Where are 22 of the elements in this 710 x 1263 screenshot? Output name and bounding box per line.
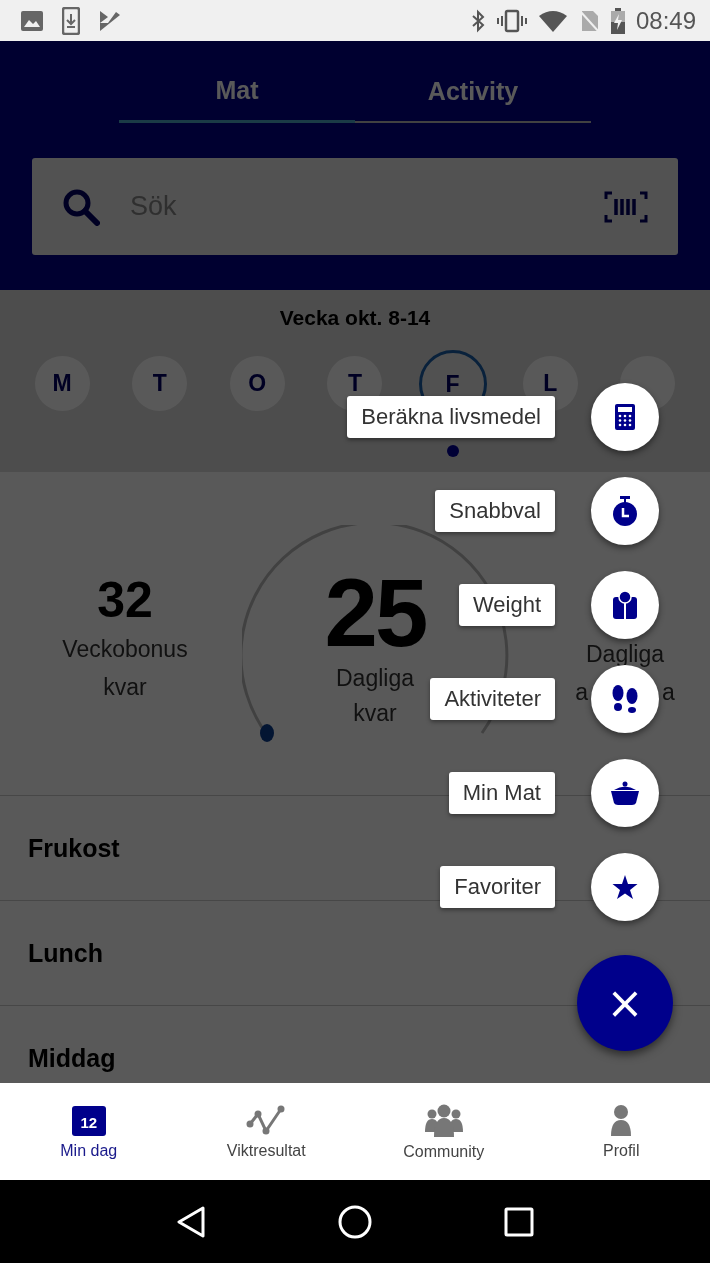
daily-label: a <box>662 678 675 707</box>
nav-item[interactable]: 12 Min dag <box>0 1083 178 1180</box>
action-label[interactable]: Aktiviteter <box>430 678 555 720</box>
weekly-label: Veckobonus <box>62 635 188 664</box>
action-label[interactable]: Weight <box>458 584 555 626</box>
daily-label: kvar <box>353 699 397 728</box>
nav-item[interactable]: Viktresultat <box>177 1083 355 1180</box>
calendar-icon: 12 <box>71 1105 106 1136</box>
weekly-value: 32 <box>97 571 153 630</box>
week-title: Vecka okt. 8-14 <box>279 306 431 330</box>
daily-label: Dagliga <box>586 640 664 669</box>
action-label[interactable]: Beräkna livsmedel <box>347 396 555 438</box>
action-label[interactable]: Favoriter <box>440 866 555 908</box>
action-label[interactable]: Snabbval <box>435 490 555 532</box>
action-label[interactable]: Min Mat <box>448 772 555 814</box>
daily-label: Dagliga <box>336 664 414 693</box>
daily-value: 25 <box>324 567 426 659</box>
nav-item[interactable]: Community <box>355 1083 533 1180</box>
daily-label: a <box>575 678 588 707</box>
nav-item[interactable]: Profil <box>532 1083 710 1180</box>
status-time: 08:49 <box>635 6 696 35</box>
weekly-label: kvar <box>103 673 147 702</box>
